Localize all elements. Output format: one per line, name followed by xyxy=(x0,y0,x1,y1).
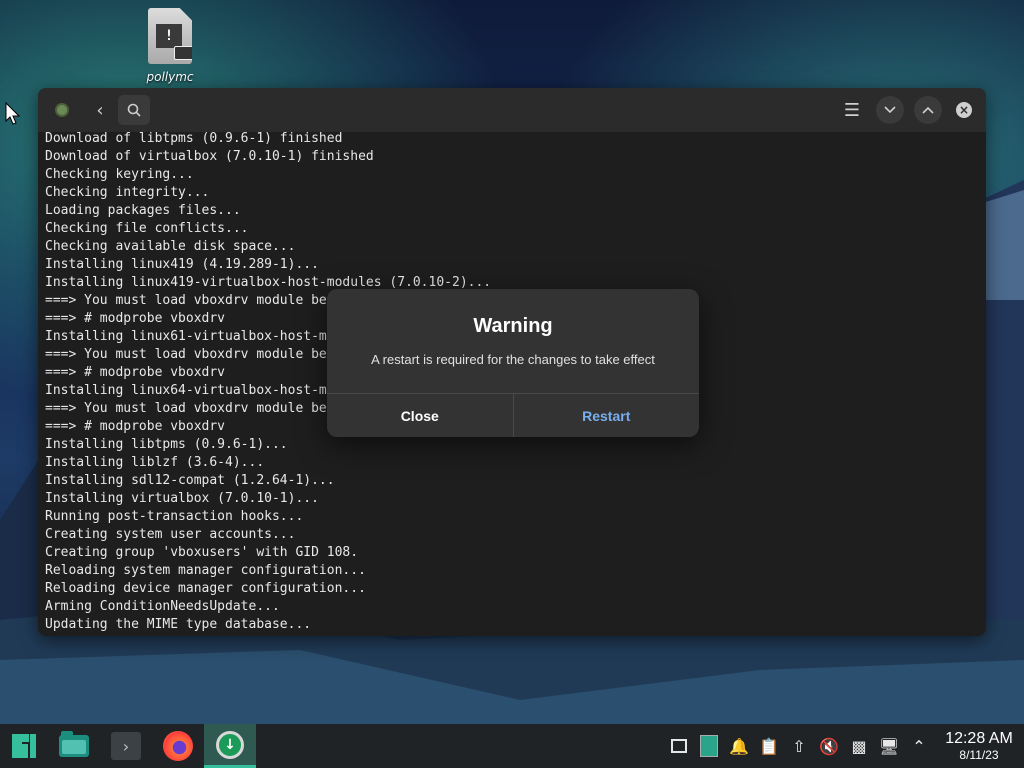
application-launcher[interactable] xyxy=(0,724,48,768)
download-arrow-icon: ↓ xyxy=(216,730,244,759)
dialog-message: A restart is required for the changes to… xyxy=(371,352,655,367)
clock-date: 8/11/23 xyxy=(959,748,999,762)
network-icon[interactable]: 🖥 xyxy=(874,724,904,768)
taskbar-firefox[interactable] xyxy=(152,724,204,768)
clock-time: 12:28 AM xyxy=(945,730,1013,747)
terminal-line: Checking file conflicts... xyxy=(45,221,249,236)
terminal-line: Creating system user accounts... xyxy=(45,527,296,542)
clipboard-icon[interactable]: 📋 xyxy=(754,724,784,768)
tray-expand-chevron-icon[interactable]: ⌃ xyxy=(904,724,934,768)
virtual-desktop-pager-icon[interactable] xyxy=(694,724,724,768)
notifications-bell-icon[interactable]: 🔔 xyxy=(724,724,754,768)
volume-muted-icon[interactable]: 🔇 xyxy=(814,724,844,768)
close-window-icon[interactable]: × xyxy=(950,96,978,124)
firefox-icon xyxy=(163,731,193,761)
search-icon[interactable] xyxy=(118,95,150,125)
terminal-line: Checking available disk space... xyxy=(45,239,296,254)
system-tray: 🔔 📋 ⇧ 🔇 ▩ 🖥 ⌃ 12:28 AM 8/11/23 xyxy=(664,724,1024,768)
desktop-icon-pollymc[interactable]: ! pollymc xyxy=(140,8,200,84)
terminal-line: Creating group 'vboxusers' with GID 108. xyxy=(45,545,359,560)
taskbar-file-manager[interactable] xyxy=(48,724,100,768)
close-button[interactable]: Close xyxy=(327,394,513,437)
usb-device-icon[interactable]: ▩ xyxy=(844,724,874,768)
hamburger-menu-icon[interactable]: ☰ xyxy=(838,96,866,124)
executable-file-icon: ! xyxy=(148,8,192,64)
update-icon[interactable]: ⇧ xyxy=(784,724,814,768)
terminal-line: Updating the MIME type database... xyxy=(45,617,312,632)
terminal-line: Checking integrity... xyxy=(45,185,210,200)
terminal-titlebar[interactable]: ‹ ☰ × xyxy=(38,88,986,132)
terminal-line: Download of virtualbox (7.0.10-1) finish… xyxy=(45,149,374,164)
terminal-line: Running post-transaction hooks... xyxy=(45,509,304,524)
scroll-up-chevron-icon[interactable] xyxy=(914,96,942,124)
manjaro-logo-icon xyxy=(12,734,36,758)
clock[interactable]: 12:28 AM 8/11/23 xyxy=(934,730,1024,762)
terminal-line: Reloading device manager configuration..… xyxy=(45,581,366,596)
terminal-line: Installing liblzf (3.6-4)... xyxy=(45,455,265,470)
terminal-line: Installing sdl12-compat (1.2.64-1)... xyxy=(45,473,335,488)
terminal-line: Arming ConditionNeedsUpdate... xyxy=(45,599,280,614)
restart-button[interactable]: Restart xyxy=(512,394,700,437)
show-desktop-icon[interactable] xyxy=(664,724,694,768)
scroll-down-chevron-icon[interactable] xyxy=(876,96,904,124)
back-chevron-icon[interactable]: ‹ xyxy=(86,96,114,124)
mouse-cursor-icon xyxy=(5,102,21,125)
desktop-icon-label: pollymc xyxy=(146,70,194,84)
taskbar-terminal[interactable]: › xyxy=(100,724,152,768)
terminal-line: Reloading system manager configuration..… xyxy=(45,563,366,578)
terminal-line: Installing linux419 (4.19.289-1)... xyxy=(45,257,319,272)
terminal-line: Loading packages files... xyxy=(45,203,241,218)
taskbar-package-manager[interactable]: ↓ xyxy=(204,724,256,768)
dialog-button-row: Close Restart xyxy=(327,393,699,437)
app-menu-icon[interactable] xyxy=(48,96,76,124)
taskbar: › ↓ 🔔 📋 ⇧ 🔇 ▩ 🖥 ⌃ 12:28 AM 8/11/23 xyxy=(0,724,1024,768)
terminal-line: Installing virtualbox (7.0.10-1)... xyxy=(45,491,319,506)
terminal-icon: › xyxy=(111,732,141,760)
dialog-title: Warning xyxy=(473,315,553,337)
warning-dialog: Warning A restart is required for the ch… xyxy=(327,289,699,437)
terminal-line: Download of libtpms (0.9.6-1) finished xyxy=(45,131,343,146)
terminal-line: Checking keyring... xyxy=(45,167,194,182)
folder-icon xyxy=(59,731,89,757)
terminal-line: Installing libtpms (0.9.6-1)... xyxy=(45,437,288,452)
